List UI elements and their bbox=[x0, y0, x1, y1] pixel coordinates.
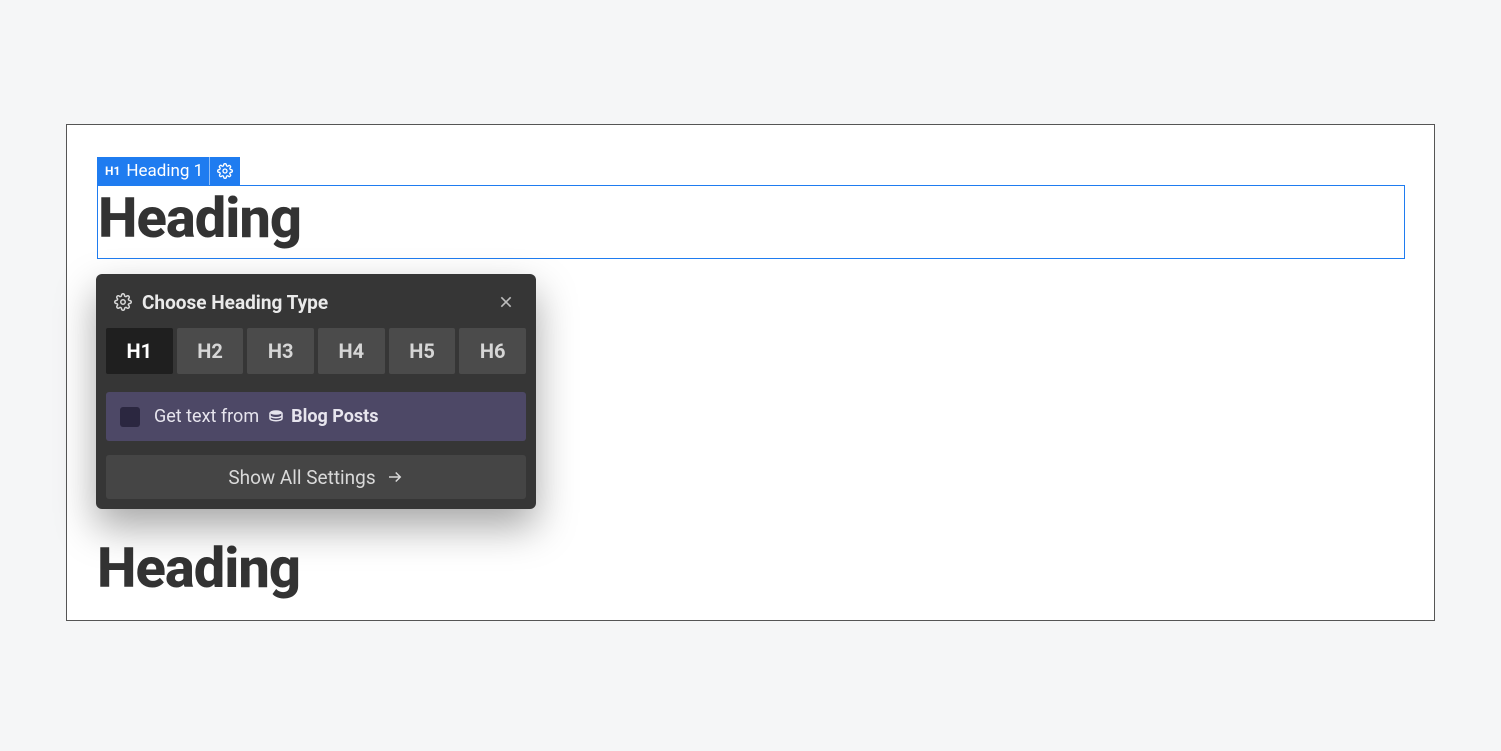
arrow-right-icon bbox=[386, 468, 404, 486]
heading-option-h3[interactable]: H3 bbox=[247, 328, 314, 374]
heading-option-h4[interactable]: H4 bbox=[318, 328, 385, 374]
heading-settings-popover: Choose Heading Type H1H2H3H4H5H6 Get tex… bbox=[96, 274, 536, 509]
close-icon[interactable] bbox=[494, 290, 518, 314]
cms-prefix-label: Get text from bbox=[154, 406, 259, 427]
collection-icon bbox=[267, 408, 285, 426]
selection-name: Heading 1 bbox=[126, 161, 203, 181]
gear-icon bbox=[114, 293, 132, 311]
cms-checkbox[interactable] bbox=[120, 407, 140, 427]
popover-title: Choose Heading Type bbox=[142, 291, 494, 314]
selection-label[interactable]: H1 Heading 1 bbox=[97, 157, 240, 185]
selected-element-wrap: H1 Heading 1 Heading bbox=[97, 185, 1405, 259]
popover-header: Choose Heading Type bbox=[96, 274, 536, 328]
heading-option-h2[interactable]: H2 bbox=[177, 328, 244, 374]
gear-icon[interactable] bbox=[209, 157, 240, 185]
cms-collection-name: Blog Posts bbox=[291, 406, 378, 427]
heading-option-h1[interactable]: H1 bbox=[106, 328, 173, 374]
show-all-settings-button[interactable]: Show All Settings bbox=[106, 455, 526, 499]
cms-binding-row[interactable]: Get text from Blog Posts bbox=[106, 392, 526, 441]
heading-element-selected[interactable]: Heading bbox=[97, 185, 1405, 259]
selection-tag: H1 bbox=[105, 164, 120, 178]
heading-element[interactable]: Heading bbox=[97, 535, 300, 601]
heading-type-options: H1H2H3H4H5H6 bbox=[96, 328, 536, 374]
show-all-label: Show All Settings bbox=[228, 466, 375, 489]
heading-option-h6[interactable]: H6 bbox=[459, 328, 526, 374]
heading-option-h5[interactable]: H5 bbox=[389, 328, 456, 374]
